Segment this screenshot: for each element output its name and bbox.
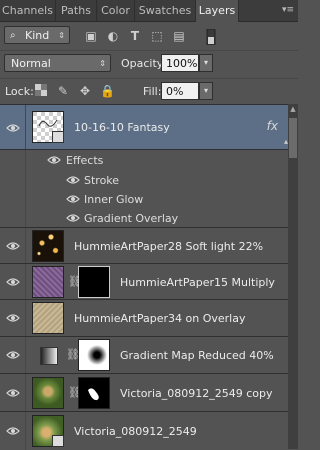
panel-tab-bar: Channels Paths Color Swatches Layers ▾≡ <box>0 0 298 22</box>
effects-eye-icon[interactable] <box>47 155 61 165</box>
tab-channels[interactable]: Channels <box>0 0 56 21</box>
lock-label: Lock: <box>5 85 34 98</box>
smart-object-badge-icon <box>52 435 64 447</box>
layer-name[interactable]: 10-16-10 Fantasy <box>74 121 170 134</box>
layer-row-fantasy[interactable]: 10-16-10 Fantasy fx ▴ <box>0 105 288 150</box>
effect-row-inner-glow[interactable]: Inner Glow <box>0 189 288 208</box>
layer-list-scrollbar[interactable]: ▲ <box>288 104 298 449</box>
eye-icon[interactable] <box>6 123 20 133</box>
layer-row-artpaper15[interactable]: ⛓ HummieArtPaper15 Multiply <box>0 264 288 300</box>
effect-label-inner-glow: Inner Glow <box>84 193 144 206</box>
lock-transparent-pixels-icon[interactable] <box>34 84 48 98</box>
layer-mask-thumbnail[interactable] <box>78 339 110 371</box>
layer-mask-thumbnail[interactable] <box>78 266 110 298</box>
visibility-column <box>0 208 26 227</box>
layer-name[interactable]: HummieArtPaper34 on Overlay <box>74 312 245 325</box>
blend-mode-dropdown[interactable]: Normal ⇕ <box>4 54 111 72</box>
search-icon: ⌕ <box>10 30 16 41</box>
effect-label-stroke: Stroke <box>84 174 120 187</box>
fx-icon[interactable]: fx <box>267 119 278 133</box>
shape-layer-filter-icon[interactable]: ⬚ <box>150 29 164 43</box>
gradient-map-adjustment-icon <box>40 347 58 365</box>
fill-input[interactable]: 0% <box>161 82 199 100</box>
layer-thumbnail <box>32 377 64 409</box>
scroll-up-arrow-icon[interactable]: ▲ <box>288 104 298 114</box>
layer-name[interactable]: Victoria_080912_2549 copy <box>120 387 273 400</box>
visibility-column <box>0 150 26 170</box>
smart-object-badge-icon <box>52 131 64 143</box>
lock-position-move-icon[interactable]: ✥ <box>78 84 92 98</box>
updown-arrow-icon: ⇕ <box>99 59 106 68</box>
blend-mode-value: Normal <box>11 57 51 70</box>
opacity-slider-button[interactable]: ▾ <box>199 54 213 72</box>
layer-name[interactable]: Gradient Map Reduced 40% <box>120 349 274 362</box>
effect-row-gradient-overlay[interactable]: Gradient Overlay <box>0 208 288 228</box>
opacity-input[interactable]: 100% <box>161 54 199 72</box>
link-chain-icon[interactable]: ⛓ <box>68 386 82 400</box>
layer-row-gradient-map[interactable]: ⛓ Gradient Map Reduced 40% <box>0 337 288 374</box>
eye-icon[interactable] <box>6 388 20 398</box>
layer-thumbnail <box>32 266 64 298</box>
visibility-column <box>0 189 26 208</box>
inner-glow-eye-icon[interactable] <box>66 194 80 204</box>
scrollbar-thumb[interactable] <box>289 118 297 158</box>
layer-mask-thumbnail[interactable] <box>78 377 110 409</box>
tab-paths[interactable]: Paths <box>56 0 97 21</box>
layer-name[interactable]: Victoria_080912_2549 <box>74 425 197 438</box>
layer-row-victoria[interactable]: Victoria_080912_2549 <box>0 412 288 450</box>
effect-row-stroke[interactable]: Stroke <box>0 170 288 189</box>
layer-name[interactable]: HummieArtPaper15 Multiply <box>120 276 275 289</box>
layer-name[interactable]: HummieArtPaper28 Soft light 22% <box>74 240 263 253</box>
pixel-layer-filter-icon[interactable]: ▣ <box>84 29 98 43</box>
layer-row-victoria-copy[interactable]: ⛓ Victoria_080912_2549 copy <box>0 374 288 412</box>
updown-arrow-icon: ⇕ <box>58 31 65 40</box>
eye-icon[interactable] <box>6 313 20 323</box>
effects-group-row[interactable]: Effects <box>0 150 288 170</box>
fill-label: Fill: <box>143 85 162 98</box>
kind-filter-label: Kind <box>25 29 50 42</box>
link-chain-icon[interactable]: ⛓ <box>66 348 80 362</box>
layer-thumbnail <box>32 111 64 143</box>
stroke-eye-icon[interactable] <box>66 175 80 185</box>
layer-row-artpaper28[interactable]: HummieArtPaper28 Soft light 22% <box>0 228 288 264</box>
filter-toggle-icon[interactable] <box>204 28 218 46</box>
eye-icon[interactable] <box>6 277 20 287</box>
tab-color[interactable]: Color <box>97 0 135 21</box>
eye-icon[interactable] <box>6 241 20 251</box>
opacity-label: Opacity: <box>121 57 167 70</box>
adjustment-layer-filter-icon[interactable]: ◐ <box>106 29 120 43</box>
lock-all-icon[interactable]: 🔒 <box>100 84 115 98</box>
layer-row-artpaper34[interactable]: HummieArtPaper34 on Overlay <box>0 300 288 337</box>
effect-label-gradient-overlay: Gradient Overlay <box>84 212 179 225</box>
lock-image-pixels-brush-icon[interactable]: ✎ <box>56 84 70 98</box>
tab-layers[interactable]: Layers <box>196 0 239 22</box>
link-chain-icon[interactable]: ⛓ <box>68 275 82 289</box>
layer-thumbnail <box>32 302 64 334</box>
eye-icon[interactable] <box>6 350 20 360</box>
gradient-overlay-eye-icon[interactable] <box>66 213 80 223</box>
visibility-column <box>0 170 26 189</box>
eye-icon[interactable] <box>6 426 20 436</box>
kind-filter-dropdown[interactable]: ⌕ Kind ⇕ <box>4 26 70 44</box>
layer-thumbnail <box>32 230 64 262</box>
layer-list: 10-16-10 Fantasy fx ▴ Effects Stroke Inn… <box>0 104 288 450</box>
smart-object-filter-icon[interactable]: ▤ <box>172 29 186 43</box>
panel-menu-icon[interactable]: ▾≡ <box>282 5 294 15</box>
type-layer-filter-icon[interactable]: T <box>128 29 142 43</box>
layer-thumbnail <box>32 415 64 447</box>
effects-label: Effects <box>66 154 104 167</box>
layers-panel: Channels Paths Color Swatches Layers ▾≡ … <box>0 0 298 450</box>
tab-swatches[interactable]: Swatches <box>135 0 196 21</box>
fill-slider-button[interactable]: ▾ <box>199 82 213 100</box>
